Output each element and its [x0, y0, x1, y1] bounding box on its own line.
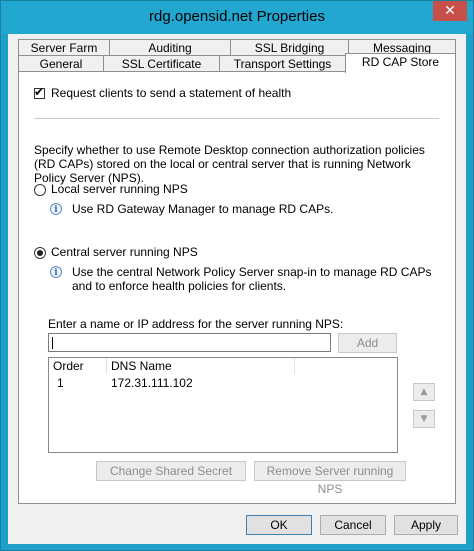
cancel-button[interactable]: Cancel	[320, 515, 386, 535]
health-statement-label: Request clients to send a statement of h…	[51, 86, 292, 100]
central-nps-info: Use the central Network Policy Server sn…	[72, 265, 432, 293]
separator	[34, 118, 439, 119]
apply-button[interactable]: Apply	[394, 515, 458, 535]
move-down-button[interactable]: ▼	[413, 410, 435, 428]
window-title: rdg.opensid.net Properties	[149, 8, 325, 25]
tab-ssl-certificate[interactable]: SSL Certificate	[103, 55, 220, 72]
local-nps-radio[interactable]	[34, 184, 46, 196]
info-icon: i	[50, 266, 62, 278]
close-button[interactable]: ✕	[433, 1, 467, 21]
text-caret	[52, 337, 53, 349]
row-dns-name[interactable]: 172.31.111.102	[111, 375, 193, 391]
central-nps-label: Central server running NPS	[51, 245, 198, 259]
move-up-button[interactable]: ▲	[413, 383, 435, 401]
description-text: Specify whether to use Remote Desktop co…	[34, 143, 425, 185]
properties-window: rdg.opensid.net Properties ✕ Server Farm…	[0, 0, 474, 551]
server-input-label: Enter a name or IP address for the serve…	[48, 317, 344, 331]
title-bar[interactable]: rdg.opensid.net Properties ✕	[1, 1, 473, 34]
info-icon: i	[50, 203, 62, 215]
local-nps-label: Local server running NPS	[51, 182, 188, 196]
tab-auditing[interactable]: Auditing	[109, 39, 231, 56]
nps-server-input[interactable]	[48, 333, 331, 352]
tab-server-farm[interactable]: Server Farm	[18, 39, 110, 56]
row-order[interactable]: 1	[57, 375, 64, 391]
rd-cap-store-panel: ✔ Request clients to send a statement of…	[18, 71, 456, 504]
tab-transport-settings[interactable]: Transport Settings	[219, 55, 346, 72]
tab-general[interactable]: General	[18, 55, 104, 72]
ok-button[interactable]: OK	[246, 515, 312, 535]
radio-selected-dot	[37, 250, 43, 256]
column-header-order[interactable]: Order	[49, 358, 107, 374]
tab-rd-cap-store[interactable]: RD CAP Store	[345, 53, 456, 73]
central-nps-radio[interactable]	[34, 247, 46, 259]
arrow-down-icon: ▼	[420, 414, 428, 424]
close-icon: ✕	[444, 3, 456, 19]
health-statement-checkbox[interactable]: ✔	[34, 85, 45, 99]
local-nps-info: Use RD Gateway Manager to manage RD CAPs…	[72, 202, 334, 216]
tab-ssl-bridging[interactable]: SSL Bridging	[230, 39, 349, 56]
remove-server-button[interactable]: Remove Server running NPS	[254, 461, 406, 496]
add-button[interactable]: Add	[338, 333, 397, 353]
change-shared-secret-button[interactable]: Change Shared Secret	[96, 461, 246, 481]
check-icon: ✔	[34, 85, 45, 99]
nps-server-list[interactable]: Order DNS Name 1 172.31.111.102	[48, 357, 398, 453]
column-header-dns-name[interactable]: DNS Name	[107, 358, 295, 374]
arrow-up-icon: ▲	[420, 387, 428, 397]
dialog-body: Server Farm Auditing SSL Bridging Messag…	[8, 34, 466, 544]
